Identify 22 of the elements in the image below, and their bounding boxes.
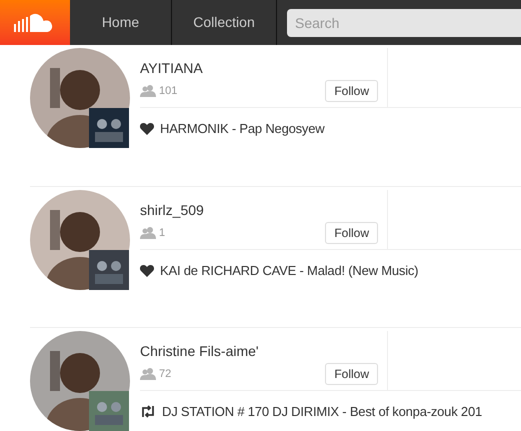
users-icon xyxy=(140,227,156,239)
heart-icon xyxy=(140,264,154,277)
user-name[interactable]: AYITIANA xyxy=(140,58,378,79)
search-field[interactable]: Search xyxy=(287,8,521,36)
follower-count: 72 xyxy=(159,366,172,382)
track-title[interactable]: DJ STATION # 170 DJ DIRIMIX - Best of konpa-zouk 201 xyxy=(162,402,482,422)
heart-icon xyxy=(140,122,154,135)
users-icon xyxy=(140,368,156,380)
follower-count: 101 xyxy=(159,84,178,99)
user-name[interactable]: shirlz_509 xyxy=(140,200,378,221)
repost-icon xyxy=(140,405,156,418)
nav-tab[interactable]: Home xyxy=(70,0,172,45)
logo[interactable] xyxy=(0,0,70,45)
nav-tab[interactable]: Collection xyxy=(172,0,277,45)
users-icon xyxy=(140,85,156,97)
follow-button[interactable]: Follow xyxy=(325,222,378,244)
track-title[interactable]: HARMONIK - Pap Negosyew xyxy=(160,119,324,138)
follow-button[interactable]: Follow xyxy=(325,80,378,102)
track-title[interactable]: KAI de RICHARD CAVE - Malad! (New Music) xyxy=(160,261,418,280)
follower-count: 1 xyxy=(159,226,166,241)
user-name[interactable]: Christine Fils-aime' xyxy=(140,341,378,362)
follow-button[interactable]: Follow xyxy=(325,363,378,385)
